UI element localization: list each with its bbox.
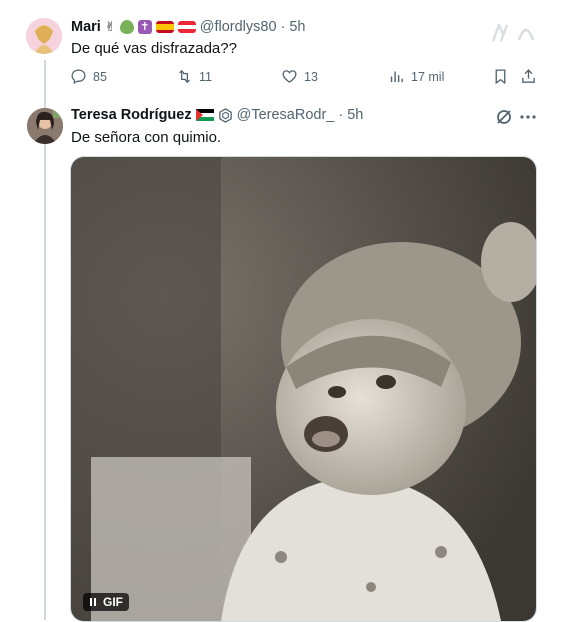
retweet-button[interactable]: 11 — [176, 68, 212, 85]
spain-flag-emoji — [155, 21, 174, 33]
view-count: 17 mil — [411, 69, 445, 84]
share-button[interactable] — [520, 68, 537, 85]
analytics-icon — [390, 71, 403, 83]
pause-icon — [90, 598, 96, 606]
more-options-icon[interactable] — [519, 108, 537, 131]
gif-media[interactable]: GIF — [70, 156, 537, 622]
tweet-text: De qué vas disfrazada?? — [71, 40, 237, 57]
retweet-icon — [179, 69, 190, 84]
share-icon — [522, 69, 535, 83]
austria-flag-emoji — [177, 21, 196, 33]
palestine-flag-emoji — [195, 109, 214, 121]
reply-tweet-mari[interactable]: Mari ✌ ✝ @flordlys80 · 5h De qué vas dis… — [0, 0, 567, 100]
timestamp[interactable]: · 5h — [338, 107, 363, 123]
avatar[interactable] — [26, 18, 62, 54]
avatar[interactable] — [27, 108, 63, 144]
display-name[interactable]: Mari — [71, 19, 101, 35]
bookmark-icon — [495, 69, 506, 85]
grok-icon[interactable] — [495, 108, 513, 131]
reply-icon — [71, 69, 86, 84]
heart-icon — [282, 70, 297, 83]
green-heart-emoji — [119, 20, 134, 34]
latin-cross-emoji: ✝ — [137, 20, 152, 34]
gif-label: GIF — [103, 595, 123, 609]
tweet-header: Teresa Rodríguez @TeresaRodr_ · 5h — [71, 107, 363, 123]
victory-hand-emoji: ✌ — [104, 19, 116, 34]
bookmark-button[interactable] — [492, 68, 509, 85]
timestamp[interactable]: · 5h — [281, 19, 306, 35]
gif-frame-image — [71, 157, 536, 621]
caret-icon[interactable] — [517, 24, 535, 47]
like-button[interactable]: 13 — [281, 68, 318, 85]
like-count: 13 — [304, 69, 318, 84]
display-name[interactable]: Teresa Rodríguez — [71, 107, 192, 123]
grok-icon[interactable] — [490, 21, 510, 47]
gif-badge[interactable]: GIF — [83, 593, 129, 611]
reply-button[interactable]: 85 — [70, 68, 107, 85]
handle[interactable]: @TeresaRodr_ — [237, 107, 335, 123]
verified-community-icon — [218, 107, 233, 123]
views-button[interactable]: 17 mil — [388, 68, 444, 85]
reply-count: 85 — [93, 69, 107, 84]
handle[interactable]: @flordlys80 — [200, 19, 277, 35]
tweet-header: Mari ✌ ✝ @flordlys80 · 5h — [71, 19, 306, 35]
retweet-count: 11 — [199, 69, 212, 84]
tweet-text: De señora con quimio. — [71, 129, 222, 146]
action-bar: 85 11 13 17 mil — [70, 68, 540, 88]
